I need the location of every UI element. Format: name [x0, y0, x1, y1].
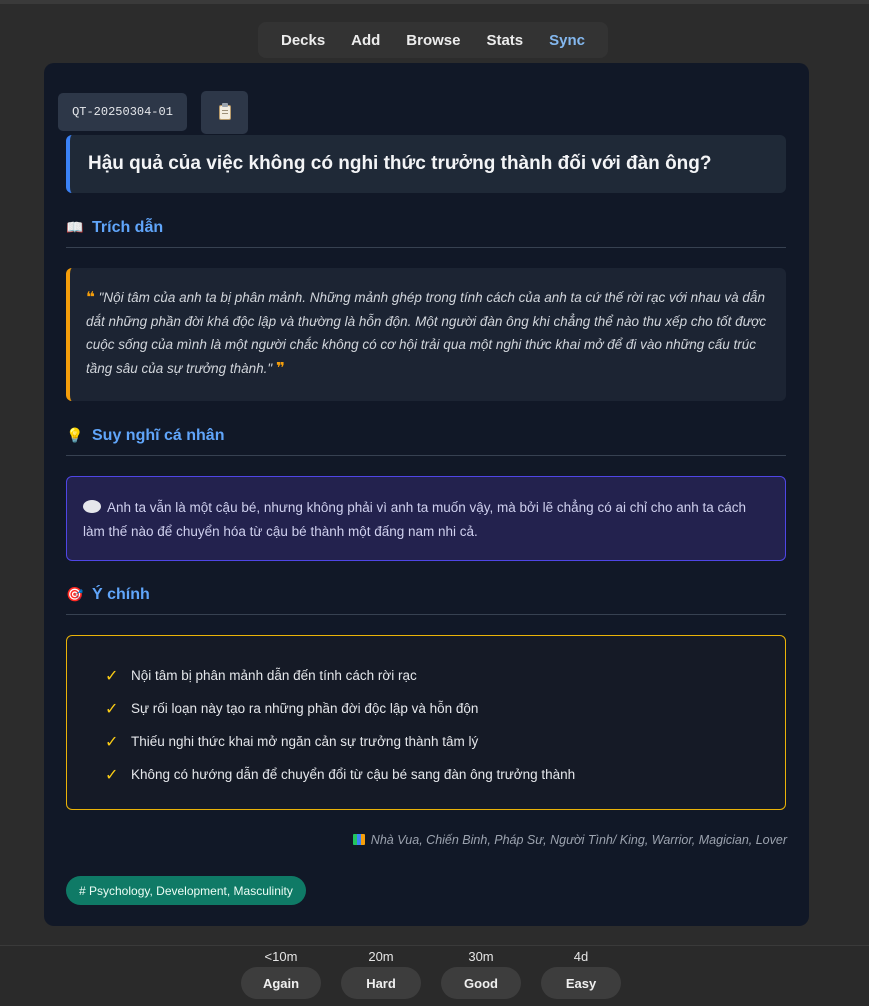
answer-bar: <10m Again 20m Hard 30m Good 4d Easy: [0, 945, 869, 1006]
good-interval: 30m: [468, 949, 494, 964]
key-point-text: Nội tâm bị phân mảnh dẫn đến tính cách r…: [131, 668, 417, 683]
quote-section-title: Trích dẫn: [92, 218, 164, 236]
window-top-edge: [0, 0, 869, 4]
source-line: Nhà Vua, Chiến Binh, Pháp Sư, Người Tình…: [352, 833, 787, 847]
answer-again: <10m Again: [241, 947, 321, 999]
quote-box: ❝ "Nội tâm của anh ta bị phân mảnh. Nhữn…: [66, 268, 786, 401]
key-point-text: Không có hướng dẫn để chuyển đổi từ cậu …: [131, 767, 576, 782]
key-point-text: Sự rối loạn này tạo ra những phần đời độ…: [131, 701, 479, 716]
target-icon: 🎯: [66, 586, 84, 602]
nav-decks[interactable]: Decks: [281, 32, 325, 49]
card-id-badge: QT-20250304-01: [58, 93, 187, 131]
quote-section-header: 📖 Trích dẫn: [66, 208, 786, 248]
hard-interval: 20m: [368, 949, 394, 964]
quote-text: "Nội tâm của anh ta bị phân mảnh. Những …: [86, 290, 767, 376]
points-section-title: Ý chính: [92, 585, 150, 603]
thought-bubble-icon: [83, 500, 101, 513]
nav-sync[interactable]: Sync: [549, 32, 585, 49]
light-bulb-icon: 💡: [66, 427, 84, 443]
tag-pill[interactable]: # Psychology, Development, Masculinity: [66, 876, 306, 905]
check-icon: ✓: [105, 766, 119, 784]
points-section-header: 🎯 Ý chính: [66, 575, 786, 615]
key-point: ✓ Thiếu nghi thức khai mở ngăn cản sự trư…: [105, 725, 785, 758]
open-quote-mark: ❝: [86, 289, 95, 306]
check-icon: ✓: [105, 733, 119, 751]
again-button[interactable]: Again: [241, 967, 321, 999]
key-point-text: Thiếu nghi thức khai mở ngăn cản sự trưở…: [131, 734, 479, 749]
key-point: ✓ Sự rối loạn này tạo ra những phần đời đ…: [105, 692, 785, 725]
good-button[interactable]: Good: [441, 967, 521, 999]
thought-section-title: Suy nghĩ cá nhân: [92, 426, 225, 444]
answer-hard: 20m Hard: [341, 947, 421, 999]
answer-easy: 4d Easy: [541, 947, 621, 999]
copy-button[interactable]: [201, 91, 248, 134]
answer-good: 30m Good: [441, 947, 521, 999]
thought-section-header: 💡 Suy nghĩ cá nhân: [66, 416, 786, 456]
key-point: ✓ Nội tâm bị phân mảnh dẫn đến tính cách …: [105, 659, 785, 692]
open-book-icon: 📖: [66, 219, 84, 235]
check-icon: ✓: [105, 700, 119, 718]
nav-add[interactable]: Add: [351, 32, 380, 49]
again-interval: <10m: [264, 949, 298, 964]
hard-button[interactable]: Hard: [341, 967, 421, 999]
key-points-box: ✓ Nội tâm bị phân mảnh dẫn đến tính cách …: [66, 635, 786, 810]
nav-browse[interactable]: Browse: [406, 32, 460, 49]
easy-interval: 4d: [573, 949, 589, 964]
thought-box: Anh ta vẫn là một cậu bé, nhưng không ph…: [66, 476, 786, 561]
top-navigation: Decks Add Browse Stats Sync: [258, 22, 608, 58]
easy-button[interactable]: Easy: [541, 967, 621, 999]
check-icon: ✓: [105, 667, 119, 685]
close-quote-mark: ❞: [275, 359, 285, 377]
flashcard: QT-20250304-01 Hậu quả của việc không có…: [44, 63, 809, 926]
nav-stats[interactable]: Stats: [486, 32, 523, 49]
clipboard-icon: [218, 103, 231, 120]
source-text: Nhà Vua, Chiến Binh, Pháp Sư, Người Tình…: [370, 833, 787, 847]
books-icon: [352, 834, 365, 845]
card-question: Hậu quả của việc không có nghi thức trưở…: [66, 135, 786, 193]
thought-text: Anh ta vẫn là một cậu bé, nhưng không ph…: [83, 500, 747, 539]
key-point: ✓ Không có hướng dẫn để chuyển đổi từ cậu…: [105, 758, 785, 791]
